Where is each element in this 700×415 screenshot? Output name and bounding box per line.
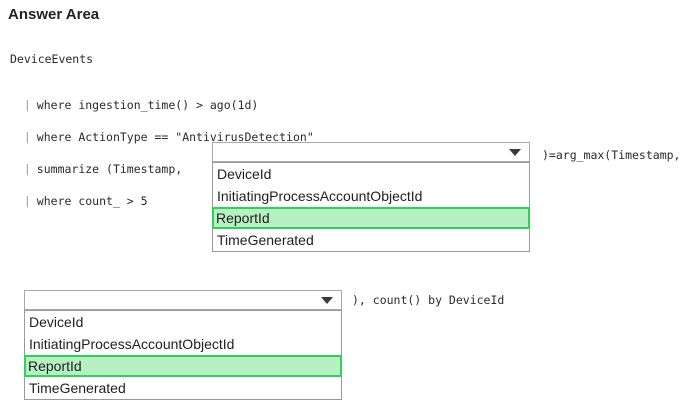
dropdown-1-option-timegenerated[interactable]: TimeGenerated	[213, 229, 529, 251]
pipe-symbol: |	[23, 194, 31, 208]
dropdown-2-option-deviceid[interactable]: DeviceId	[25, 311, 341, 333]
chevron-down-icon[interactable]	[509, 149, 521, 156]
pipe-symbol: |	[23, 130, 31, 144]
pipe-symbol: |	[23, 162, 31, 176]
code-line-actiontype: | where ActionType == "AntivirusDetection…	[10, 116, 314, 144]
code-line-where-count: | where count_ > 5	[10, 180, 148, 208]
code-line-ingestion: | where ingestion_time() > ago(1d)	[10, 84, 259, 112]
dropdown-1-options: DeviceId InitiatingProcessAccountObjectI…	[212, 162, 530, 252]
dropdown-1-option-deviceid[interactable]: DeviceId	[213, 163, 529, 185]
dropdown-1-option-reportid[interactable]: ReportId	[212, 207, 530, 229]
code-line-device-events: DeviceEvents	[10, 52, 94, 66]
code-line-summarize: | summarize (Timestamp,	[10, 148, 182, 176]
dropdown-2-option-reportid[interactable]: ReportId	[24, 355, 342, 377]
dropdown-2-option-timegenerated[interactable]: TimeGenerated	[25, 377, 341, 399]
code-text: where count_ > 5	[36, 194, 148, 208]
dropdown-2-select[interactable]	[24, 290, 342, 310]
code-text: summarize (Timestamp,	[36, 162, 183, 176]
pipe-symbol: |	[23, 98, 31, 112]
code-line-argmax: )=arg_max(Timestamp,	[542, 148, 681, 162]
dropdown-2-option-initiatingprocessaccountobjectid[interactable]: InitiatingProcessAccountObjectId	[25, 333, 341, 355]
code-line-count-by-deviceid: ), count() by DeviceId	[352, 293, 505, 307]
chevron-down-icon[interactable]	[321, 297, 333, 304]
answer-area-title: Answer Area	[8, 6, 100, 23]
dropdown-2-options: DeviceId InitiatingProcessAccountObjectI…	[24, 310, 342, 400]
dropdown-1-select[interactable]	[212, 142, 530, 162]
code-text: where ingestion_time() > ago(1d)	[36, 98, 259, 112]
dropdown-1-option-initiatingprocessaccountobjectid[interactable]: InitiatingProcessAccountObjectId	[213, 185, 529, 207]
